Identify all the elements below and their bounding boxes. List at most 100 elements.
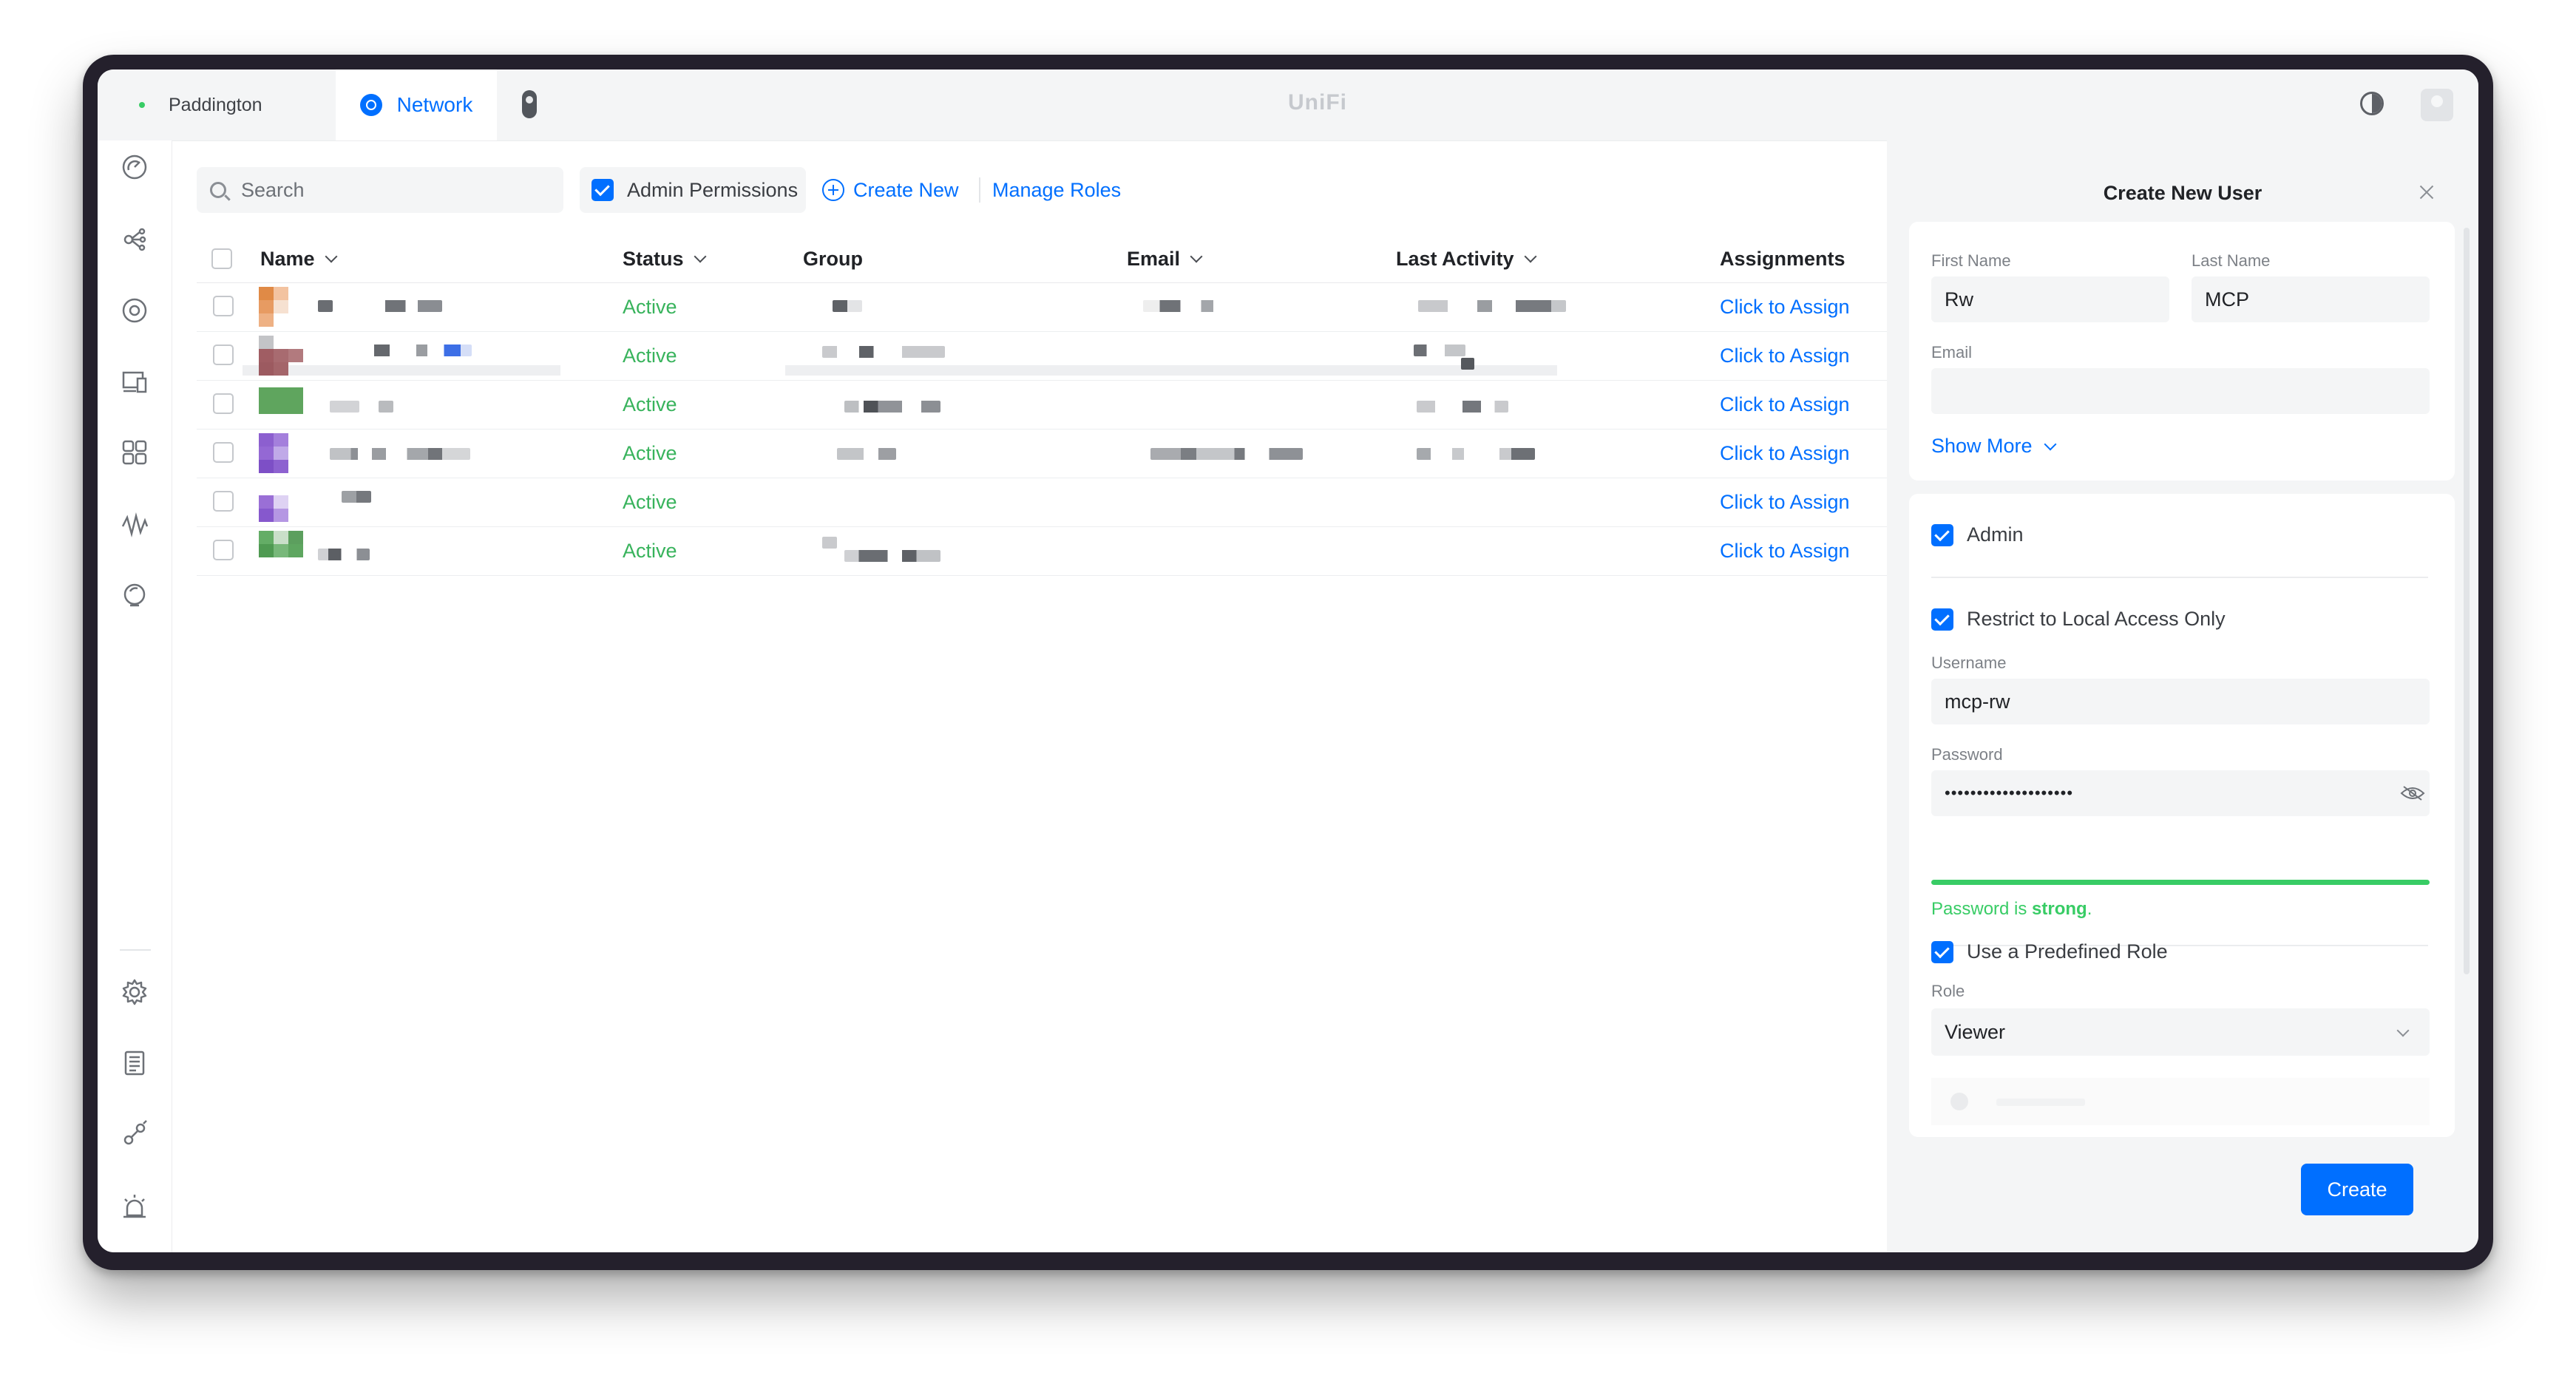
column-email[interactable]: Email xyxy=(1127,235,1203,282)
table-row[interactable]: Active Click to Assign xyxy=(197,526,1986,576)
row-checkbox[interactable] xyxy=(213,393,234,414)
chevron-down-icon xyxy=(1190,250,1203,263)
table-row[interactable]: Active Click to Assign xyxy=(197,478,1986,527)
insights-icon[interactable] xyxy=(120,510,149,540)
dashboard-icon[interactable] xyxy=(120,152,149,182)
camera-app-icon[interactable] xyxy=(522,90,537,118)
show-more-button[interactable]: Show More xyxy=(1931,435,2057,458)
column-last-activity[interactable]: Last Activity xyxy=(1396,235,1537,282)
admin-option[interactable]: Admin xyxy=(1931,523,2024,546)
avatar xyxy=(259,482,303,522)
admin-permissions-label: Admin Permissions xyxy=(627,178,799,201)
row-checkbox[interactable] xyxy=(213,296,234,316)
status-badge: Active xyxy=(623,441,677,464)
select-all-checkbox[interactable] xyxy=(211,248,232,269)
create-button[interactable]: Create xyxy=(2301,1164,2413,1215)
column-status[interactable]: Status xyxy=(623,235,707,282)
top-bar: Paddington Network UniFi xyxy=(98,69,2478,141)
predefined-role-checkbox[interactable] xyxy=(1931,940,1953,963)
admin-permissions-checkbox[interactable] xyxy=(592,179,614,201)
create-user-panel: Create New User First Name Last Name Ema… xyxy=(1887,140,2478,1252)
logs-icon[interactable] xyxy=(120,1048,149,1078)
table-row[interactable]: Active Click to Assign xyxy=(197,331,1986,381)
topology-icon[interactable] xyxy=(120,225,149,254)
role-value: Viewer xyxy=(1945,1020,2006,1043)
avatar xyxy=(259,287,303,327)
chevron-down-icon xyxy=(2044,438,2057,450)
avatar xyxy=(259,387,303,414)
last-name-label: Last Name xyxy=(2192,251,2271,270)
table-row[interactable]: Active Click to Assign xyxy=(197,380,1986,430)
rail-divider xyxy=(120,949,151,951)
avatar xyxy=(259,336,303,376)
theme-toggle-icon[interactable] xyxy=(2360,92,2384,115)
click-to-assign-link[interactable]: Click to Assign xyxy=(1720,526,1850,575)
network-app-tab[interactable]: Network xyxy=(336,69,497,140)
integrations-icon[interactable] xyxy=(120,1119,149,1149)
eye-off-icon[interactable] xyxy=(2400,785,2425,801)
create-new-label: Create New xyxy=(853,178,959,201)
search-input[interactable] xyxy=(240,177,538,203)
client-devices-icon[interactable] xyxy=(120,367,149,396)
click-to-assign-link[interactable]: Click to Assign xyxy=(1720,478,1850,526)
show-more-label: Show More xyxy=(1931,435,2033,457)
admin-label: Admin xyxy=(1967,523,2024,546)
cancel-button[interactable]: Cancel xyxy=(2205,1235,2301,1253)
email-label: Email xyxy=(1931,343,1973,362)
row-checkbox[interactable] xyxy=(213,344,234,365)
chevron-down-icon xyxy=(2396,1024,2410,1037)
panel-title: Create New User xyxy=(2103,182,2263,204)
first-name-field[interactable] xyxy=(1931,276,2169,322)
basic-info-card: First Name Last Name Email Show More xyxy=(1909,222,2455,481)
online-status-dot xyxy=(139,102,145,108)
password-strength-bar xyxy=(1931,880,2430,885)
role-select[interactable]: Viewer xyxy=(1931,1008,2430,1056)
table-row[interactable]: Active Click to Assign xyxy=(197,282,1986,332)
unifi-logo: UniFi xyxy=(1288,90,1347,115)
column-group[interactable]: Group xyxy=(803,235,863,282)
user-avatar-icon[interactable] xyxy=(2421,89,2453,121)
ports-icon[interactable] xyxy=(120,438,149,467)
password-strength-text: Password is strong. xyxy=(1931,899,2092,919)
restrict-local-label: Restrict to Local Access Only xyxy=(1967,608,2226,630)
restrict-local-option[interactable]: Restrict to Local Access Only xyxy=(1931,608,2226,631)
click-to-assign-link[interactable]: Click to Assign xyxy=(1720,282,1850,331)
row-checkbox[interactable] xyxy=(213,540,234,560)
site-switcher[interactable]: Paddington xyxy=(120,69,262,140)
first-name-label: First Name xyxy=(1931,251,2011,270)
create-new-button[interactable]: Create New xyxy=(822,167,959,213)
close-icon[interactable] xyxy=(2413,179,2440,206)
unifi-devices-icon[interactable] xyxy=(120,296,149,325)
security-icon[interactable] xyxy=(120,581,149,611)
click-to-assign-link[interactable]: Click to Assign xyxy=(1720,429,1850,478)
status-badge: Active xyxy=(623,490,677,513)
faded-option xyxy=(1931,1078,2430,1125)
select-all-cell xyxy=(211,235,232,282)
click-to-assign-link[interactable]: Click to Assign xyxy=(1720,331,1850,380)
restrict-local-checkbox[interactable] xyxy=(1931,608,1953,631)
alarm-icon[interactable] xyxy=(120,1192,149,1221)
panel-scrollbar[interactable] xyxy=(2464,228,2470,974)
column-name[interactable]: Name xyxy=(260,235,338,282)
predefined-role-option[interactable]: Use a Predefined Role xyxy=(1931,940,2168,963)
predefined-role-label: Use a Predefined Role xyxy=(1967,940,2168,963)
app-screen: Paddington Network UniFi Search Admin Pe… xyxy=(98,69,2478,1252)
admin-permissions-filter[interactable]: Admin Permissions xyxy=(580,167,806,213)
click-to-assign-link[interactable]: Click to Assign xyxy=(1720,380,1850,429)
settings-gear-icon[interactable] xyxy=(120,977,149,1007)
left-nav-rail xyxy=(98,140,172,1252)
divider xyxy=(1931,577,2428,578)
last-name-field[interactable] xyxy=(2192,276,2430,322)
password-field[interactable]: •••••••••••••••••••• xyxy=(1931,770,2430,816)
email-field[interactable] xyxy=(1931,368,2430,414)
table-row[interactable]: Active Click to Assign xyxy=(197,429,1986,478)
username-field[interactable] xyxy=(1931,679,2430,724)
redacted-name xyxy=(318,300,333,312)
admin-checkbox[interactable] xyxy=(1931,523,1953,546)
row-checkbox[interactable] xyxy=(213,491,234,512)
avatar xyxy=(259,433,303,473)
search-box[interactable] xyxy=(197,167,563,213)
status-badge: Active xyxy=(623,393,677,415)
manage-roles-link[interactable]: Manage Roles xyxy=(992,167,1121,213)
row-checkbox[interactable] xyxy=(213,442,234,463)
